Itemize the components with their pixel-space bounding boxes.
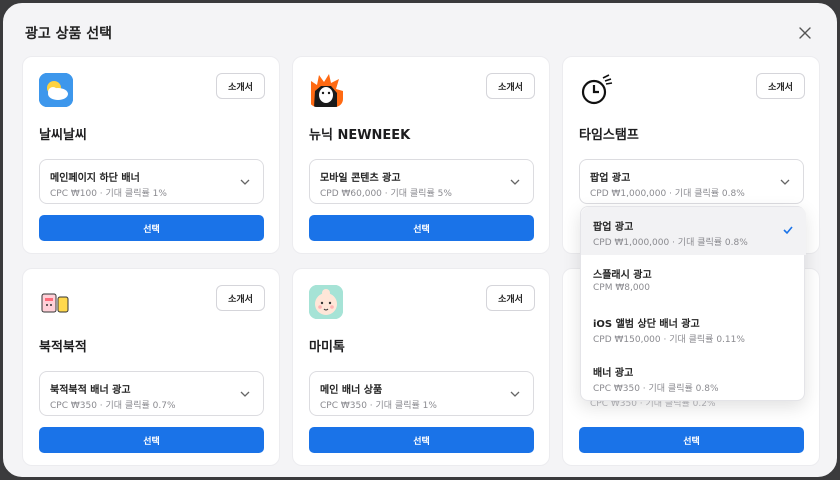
product-card: 소개서 마미톡 메인 배너 상품 CPC ₩350 · 기대 클릭률 1% 선택 [292,268,550,466]
chevron-down-icon [240,391,250,397]
intro-button[interactable]: 소개서 [216,285,265,311]
brand-name: 날씨날씨 [39,128,87,143]
product-select[interactable]: 메인페이지 하단 배너 CPC ₩100 · 기대 클릭률 1% [39,159,264,204]
chevron-down-icon [510,179,520,185]
option-meta: CPC ₩350 · 기대 클릭률 0.8% [593,384,719,394]
intro-button[interactable]: 소개서 [486,285,535,311]
product-meta: CPD ₩1,000,000 · 기대 클릭률 0.8% [590,189,745,199]
timestamp-clock-icon [579,73,613,107]
modal-title: 광고 상품 선택 [25,26,113,42]
checkmark-icon [783,226,793,235]
option-name: 배너 광고 [593,368,634,379]
chevron-down-icon [240,179,250,185]
option-meta: CPD ₩1,000,000 · 기대 클릭률 0.8% [593,238,748,248]
option-name: 스플래시 광고 [593,270,652,281]
product-meta: CPC ₩350 · 기대 클릭률 0.7% [50,401,176,411]
newneek-hedgehog-icon [309,73,343,107]
brand-name: 타임스탬프 [579,128,639,143]
option-name: iOS 앨범 상단 배너 광고 [593,319,700,330]
intro-button[interactable]: 소개서 [486,73,535,99]
product-select[interactable]: 북적북적 배너 광고 CPC ₩350 · 기대 클릭률 0.7% [39,371,264,416]
product-meta: CPC ₩100 · 기대 클릭률 1% [50,189,167,199]
chevron-down-icon [510,391,520,397]
brand-name: 마미톡 [309,340,345,355]
choose-button[interactable]: 선택 [309,427,534,453]
product-name: 모바일 콘텐츠 광고 [320,173,401,184]
intro-button[interactable]: 소개서 [756,73,805,99]
dropdown-option[interactable]: 스플래시 광고 CPM ₩8,000 [581,255,806,303]
choose-button[interactable]: 선택 [39,427,264,453]
choose-button[interactable]: 선택 [579,427,804,453]
choose-button[interactable]: 선택 [39,215,264,241]
product-name: 메인 배너 상품 [320,385,383,396]
close-icon[interactable] [799,27,811,39]
dropdown-option[interactable]: 팝업 광고 CPD ₩1,000,000 · 기대 클릭률 0.8% [581,207,806,255]
dropdown-option[interactable]: 배너 광고 CPC ₩350 · 기대 클릭률 0.8% [581,353,806,401]
product-select[interactable]: 팝업 광고 CPD ₩1,000,000 · 기대 클릭률 0.8% [579,159,804,204]
option-name: 팝업 광고 [593,222,634,233]
product-select[interactable]: 모바일 콘텐츠 광고 CPD ₩60,000 · 기대 클릭률 5% [309,159,534,204]
product-card: 소개서 뉴닉 NEWNEEK 모바일 콘텐츠 광고 CPD ₩60,000 · … [292,56,550,254]
baby-face-icon [309,285,343,319]
product-card: 소개서 날씨날씨 메인페이지 하단 배너 CPC ₩100 · 기대 클릭률 1… [22,56,280,254]
brand-name: 북적북적 [39,340,87,355]
product-name: 메인페이지 하단 배너 [50,173,140,184]
product-select[interactable]: 메인 배너 상품 CPC ₩350 · 기대 클릭률 1% [309,371,534,416]
product-meta: CPD ₩60,000 · 기대 클릭률 5% [320,189,452,199]
close-button[interactable] [795,23,815,43]
intro-button[interactable]: 소개서 [216,73,265,99]
product-name: 팝업 광고 [590,173,631,184]
product-name: 북적북적 배너 광고 [50,385,131,396]
dropdown-option[interactable]: iOS 앨범 상단 배너 광고 CPD ₩150,000 · 기대 클릭률 0.… [581,304,806,352]
chevron-down-icon [780,179,790,185]
books-icon [39,285,73,319]
weather-app-icon [39,73,73,107]
option-meta: CPM ₩8,000 [593,283,651,293]
choose-button[interactable]: 선택 [309,215,534,241]
product-meta: CPC ₩350 · 기대 클릭률 1% [320,401,437,411]
product-card: 소개서 북적북적 북적북적 배너 광고 CPC ₩350 · 기대 클릭률 0.… [22,268,280,466]
product-select-modal: 광고 상품 선택 소개서 날씨날씨 메인페이지 하단 배너 CPC ₩100 ·… [0,0,840,480]
option-meta: CPD ₩150,000 · 기대 클릭률 0.11% [593,335,745,345]
brand-name: 뉴닉 NEWNEEK [309,128,411,143]
product-dropdown-menu: 팝업 광고 CPD ₩1,000,000 · 기대 클릭률 0.8% 스플래시 … [580,206,806,401]
